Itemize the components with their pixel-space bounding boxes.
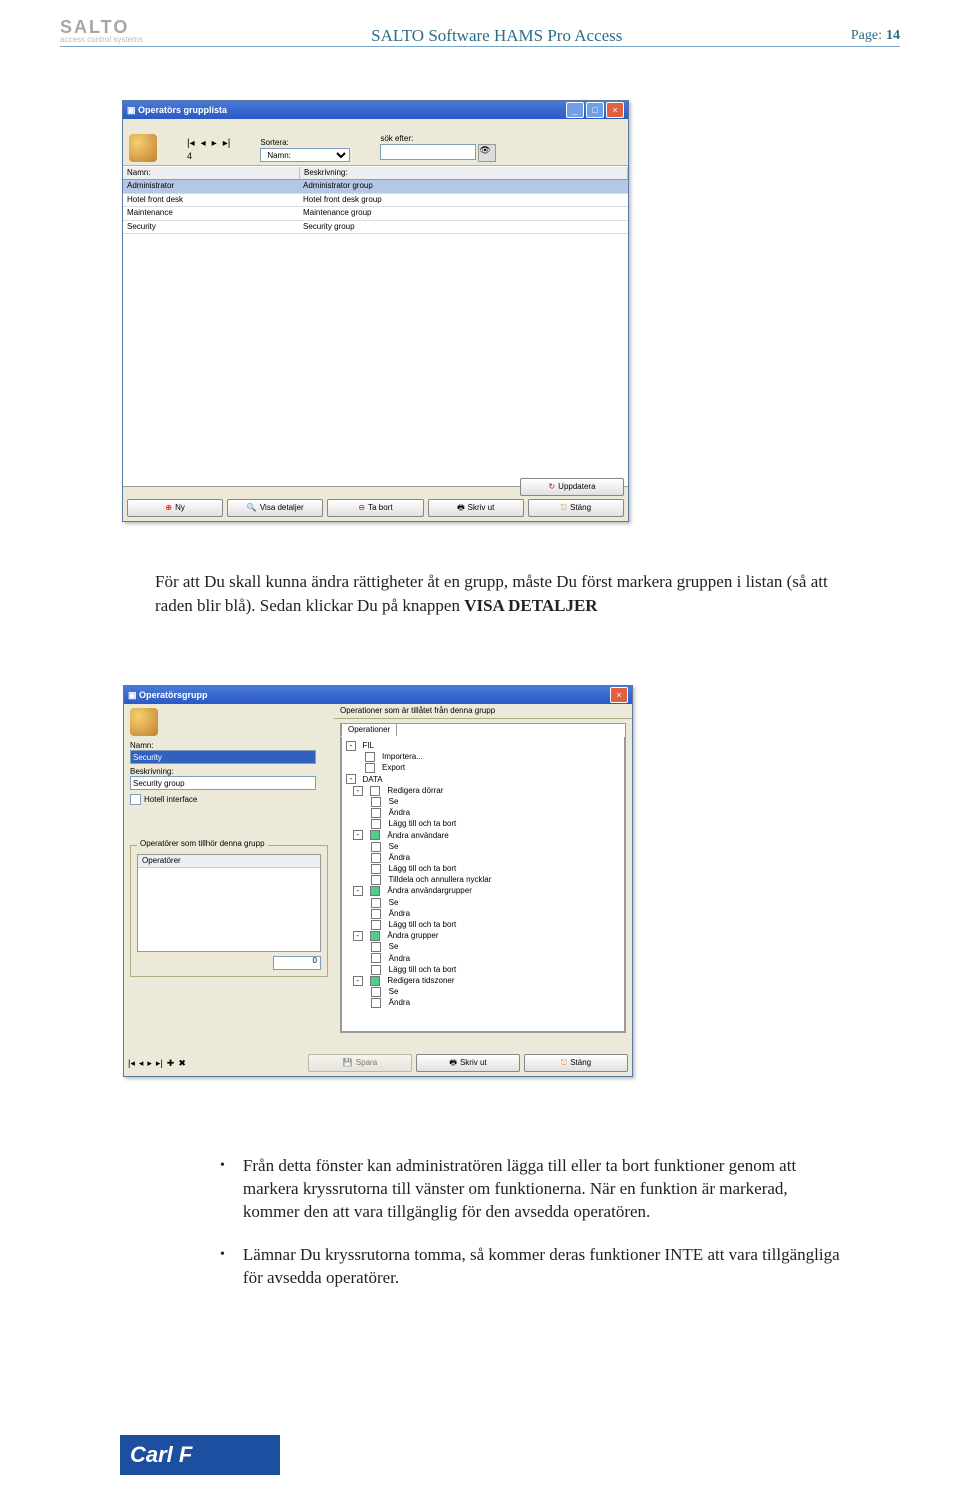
record-navigator[interactable]: |◂◂▸▸| 4 [187, 139, 230, 162]
search-icon[interactable]: 👁 [478, 144, 496, 162]
sort-field[interactable]: Sortera: Namn: [260, 139, 350, 162]
exit-icon: ⎋ [561, 504, 567, 512]
operators-groupbox: Operatörer som tillhör denna grupp Opera… [130, 845, 328, 977]
details-button[interactable]: 🔍Visa detaljer [227, 499, 323, 517]
page-header: SALTO access control systems SALTO Softw… [0, 18, 960, 47]
window-title: Operatörsgrupp [139, 690, 208, 701]
minus-icon: ⊖ [358, 504, 365, 512]
operators-list[interactable]: Operatörer [137, 854, 321, 952]
carlf-logo: Carl F [120, 1435, 280, 1475]
table-row: SecuritySecurity group [123, 221, 628, 234]
app-icon: ▣ [128, 690, 137, 701]
table-row: Hotel front deskHotel front desk group [123, 194, 628, 207]
print-button[interactable]: 🖶Skriv ut [428, 499, 524, 517]
bullet-text: Lämnar Du kryssrutorna tomma, så kommer … [243, 1244, 842, 1290]
operator-count: 0 [273, 956, 321, 970]
table-row: AdministratorAdministrator group [123, 180, 628, 193]
salto-logo: SALTO access control systems [60, 18, 143, 44]
permissions-tree[interactable]: - FIL Importera... Export- DATA - Redige… [341, 737, 625, 1032]
grid-header: Namn: Beskrivning: [123, 166, 628, 180]
exit-icon: ⎋ [561, 1059, 567, 1067]
printer-icon: 🖶 [457, 504, 465, 512]
titlebar[interactable]: ▣ Operatörsgrupp × [124, 686, 632, 704]
operator-group-list-window: ▣ Operatörs grupplista _ □ × |◂◂▸▸| 4 So… [122, 100, 629, 522]
disk-icon: 💾 [343, 1059, 353, 1067]
titlebar[interactable]: ▣ Operatörs grupplista _ □ × [123, 101, 628, 119]
search-field[interactable]: sök efter: 👁 [380, 135, 496, 162]
page-indicator: Page: 14 [851, 26, 900, 44]
close-button[interactable]: ⎋Stäng [528, 499, 624, 517]
left-pane: Namn: Beskrivning: Hotell interface Oper… [124, 704, 335, 1046]
save-button[interactable]: 💾Spara [308, 1054, 412, 1072]
group-icon [129, 134, 157, 162]
close-icon[interactable]: × [610, 687, 628, 703]
name-input[interactable] [130, 750, 316, 764]
group-icon [130, 708, 158, 736]
bullet-list: • Från detta fönster kan administratören … [220, 1155, 842, 1310]
desc-input[interactable] [130, 776, 316, 790]
window-title: Operatörs grupplista [138, 105, 227, 116]
search-icon: 🔍 [247, 504, 257, 512]
grid-body[interactable]: AdministratorAdministrator group Hotel f… [123, 180, 628, 487]
operator-group-detail-window: ▣ Operatörsgrupp × Namn: Beskrivning: Ho… [123, 685, 633, 1077]
refresh-icon: ↻ [548, 483, 555, 491]
printer-icon: 🖶 [449, 1059, 457, 1067]
permissions-tabs: Operationer - FIL Importera... Export- D… [340, 723, 626, 1033]
table-row: MaintenanceMaintenance group [123, 207, 628, 220]
minimize-icon[interactable]: _ [566, 102, 584, 118]
bullet-icon: • [220, 1244, 225, 1290]
paragraph-1: För att Du skall kunna ändra rättigheter… [155, 570, 832, 618]
update-button[interactable]: ↻Uppdatera [520, 478, 624, 496]
right-pane: Operationer som är tillåtet från denna g… [334, 704, 632, 1046]
print-button[interactable]: 🖶Skriv ut [416, 1054, 520, 1072]
plus-icon: ⊕ [165, 504, 172, 512]
record-navigator[interactable]: |◂◂▸▸|✚✖ [128, 1059, 186, 1068]
close-icon[interactable]: × [606, 102, 624, 118]
hotel-interface-checkbox[interactable]: Hotell interface [130, 794, 328, 805]
bullet-icon: • [220, 1155, 225, 1224]
doc-title: SALTO Software HAMS Pro Access [371, 27, 622, 44]
permissions-header: Operationer som är tillåtet från denna g… [334, 704, 632, 719]
maximize-icon[interactable]: □ [586, 102, 604, 118]
app-icon: ▣ [127, 105, 136, 116]
bullet-text: Från detta fönster kan administratören l… [243, 1155, 842, 1224]
record-count: 4 [187, 151, 230, 162]
new-button[interactable]: ⊕Ny [127, 499, 223, 517]
tab-operations[interactable]: Operationer [341, 723, 397, 736]
delete-button[interactable]: ⊖Ta bort [327, 499, 423, 517]
close-button[interactable]: ⎋Stäng [524, 1054, 628, 1072]
